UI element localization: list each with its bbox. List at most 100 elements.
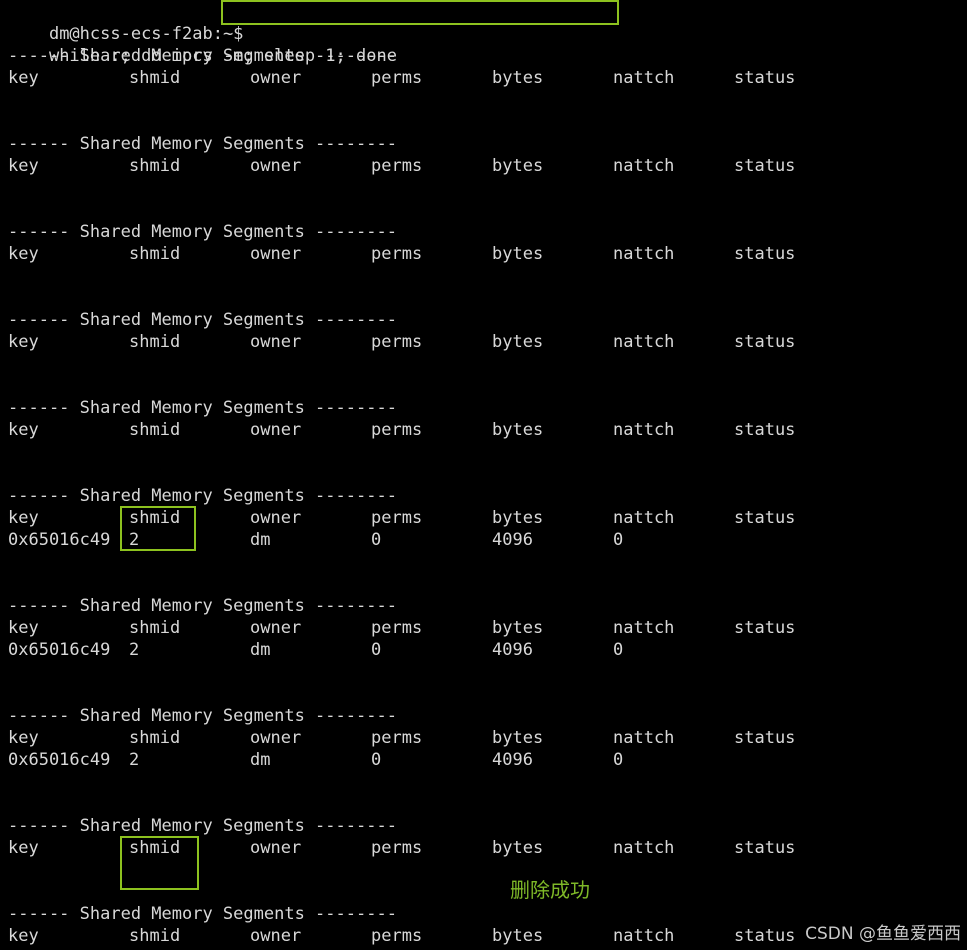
- column-header: perms: [371, 68, 423, 88]
- section-header: ------ Shared Memory Segments --------: [8, 486, 397, 506]
- column-header: shmid: [129, 728, 181, 748]
- column-header: owner: [250, 156, 302, 176]
- segment-cell: 0: [613, 750, 624, 770]
- column-header: nattch: [613, 332, 675, 352]
- segment-cell: 0: [613, 530, 624, 550]
- column-header: status: [734, 332, 796, 352]
- command-highlight-box: [221, 0, 619, 25]
- column-header: nattch: [613, 508, 675, 528]
- section-header: ------ Shared Memory Segments --------: [8, 134, 397, 154]
- column-header: perms: [371, 926, 423, 946]
- column-header: owner: [250, 420, 302, 440]
- column-header-row: key shmid owner perms bytes nattch status: [0, 331, 967, 353]
- shmid-highlight-box-present: [120, 506, 196, 551]
- segment-cell: 0: [613, 640, 624, 660]
- column-header: status: [734, 244, 796, 264]
- segment-cell: 4096: [492, 750, 533, 770]
- column-header: key: [8, 332, 39, 352]
- column-header: perms: [371, 420, 423, 440]
- column-header-row: key shmid owner perms bytes nattch status: [0, 617, 967, 639]
- column-header: nattch: [613, 618, 675, 638]
- column-header: bytes: [492, 420, 544, 440]
- column-header: key: [8, 156, 39, 176]
- column-header: owner: [250, 838, 302, 858]
- deletion-success-annotation: 删除成功: [510, 878, 590, 902]
- column-header: nattch: [613, 156, 675, 176]
- column-header: key: [8, 618, 39, 638]
- section-header: ------ Shared Memory Segments --------: [8, 310, 397, 330]
- column-header: perms: [371, 244, 423, 264]
- column-header-row: key shmid owner perms bytes nattch status: [0, 67, 967, 89]
- column-header: key: [8, 420, 39, 440]
- column-header: key: [8, 244, 39, 264]
- column-header-row: key shmid owner perms bytes nattch status: [0, 243, 967, 265]
- column-header: key: [8, 728, 39, 748]
- column-header: status: [734, 156, 796, 176]
- segment-cell: 2: [129, 750, 140, 770]
- column-header: nattch: [613, 68, 675, 88]
- column-header: key: [8, 838, 39, 858]
- segment-row: 0x65016c49 2 dm 0 4096 0: [0, 749, 967, 771]
- column-header: perms: [371, 508, 423, 528]
- column-header: nattch: [613, 420, 675, 440]
- segment-row: 0x65016c49 2 dm 0 4096 0: [0, 639, 967, 661]
- segment-cell: 0: [371, 640, 382, 660]
- csdn-watermark: CSDN @鱼鱼爱西西: [805, 924, 961, 944]
- segment-cell: 0x65016c49: [8, 750, 111, 770]
- section-header: ------ Shared Memory Segments --------: [8, 222, 397, 242]
- segment-cell: dm: [250, 530, 271, 550]
- column-header: perms: [371, 618, 423, 638]
- column-header: bytes: [492, 728, 544, 748]
- column-header: nattch: [613, 926, 675, 946]
- column-header: status: [734, 68, 796, 88]
- column-header: owner: [250, 68, 302, 88]
- column-header: owner: [250, 508, 302, 528]
- column-header: shmid: [129, 420, 181, 440]
- section-header: ------ Shared Memory Segments --------: [8, 398, 397, 418]
- column-header: owner: [250, 728, 302, 748]
- column-header: status: [734, 508, 796, 528]
- section-header: ------ Shared Memory Segments --------: [8, 816, 397, 836]
- column-header: perms: [371, 156, 423, 176]
- column-header: status: [734, 618, 796, 638]
- segment-cell: 0x65016c49: [8, 640, 111, 660]
- segment-cell: dm: [250, 640, 271, 660]
- column-header: shmid: [129, 156, 181, 176]
- column-header: owner: [250, 926, 302, 946]
- column-header: shmid: [129, 244, 181, 264]
- segment-cell: dm: [250, 750, 271, 770]
- segment-cell: 4096: [492, 640, 533, 660]
- column-header: status: [734, 728, 796, 748]
- prompt-user-host: dm@hcss-ecs-f2ab:~$: [48, 24, 244, 44]
- section-header: ------ Shared Memory Segments --------: [8, 596, 397, 616]
- column-header: key: [8, 926, 39, 946]
- segment-cell: 0x65016c49: [8, 530, 111, 550]
- column-header: bytes: [492, 332, 544, 352]
- column-header: nattch: [613, 838, 675, 858]
- column-header: status: [734, 420, 796, 440]
- segment-cell: 4096: [492, 530, 533, 550]
- column-header: status: [734, 838, 796, 858]
- column-header: nattch: [613, 728, 675, 748]
- column-header: owner: [250, 332, 302, 352]
- column-header: bytes: [492, 838, 544, 858]
- section-header: ------ Shared Memory Segments --------: [8, 706, 397, 726]
- column-header: bytes: [492, 244, 544, 264]
- column-header: perms: [371, 332, 423, 352]
- column-header: bytes: [492, 156, 544, 176]
- column-header: shmid: [129, 926, 181, 946]
- segment-cell: 0: [371, 530, 382, 550]
- column-header: shmid: [129, 68, 181, 88]
- section-header: ------ Shared Memory Segments --------: [8, 904, 397, 924]
- column-header: nattch: [613, 244, 675, 264]
- column-header: bytes: [492, 926, 544, 946]
- terminal-window[interactable]: dm@hcss-ecs-f2ab:~$ while :; do ipcs -m;…: [0, 0, 967, 950]
- column-header: shmid: [129, 332, 181, 352]
- column-header: perms: [371, 838, 423, 858]
- column-header: key: [8, 68, 39, 88]
- column-header: owner: [250, 618, 302, 638]
- column-header: bytes: [492, 508, 544, 528]
- column-header: status: [734, 926, 796, 946]
- column-header-row: key shmid owner perms bytes nattch status: [0, 419, 967, 441]
- column-header: owner: [250, 244, 302, 264]
